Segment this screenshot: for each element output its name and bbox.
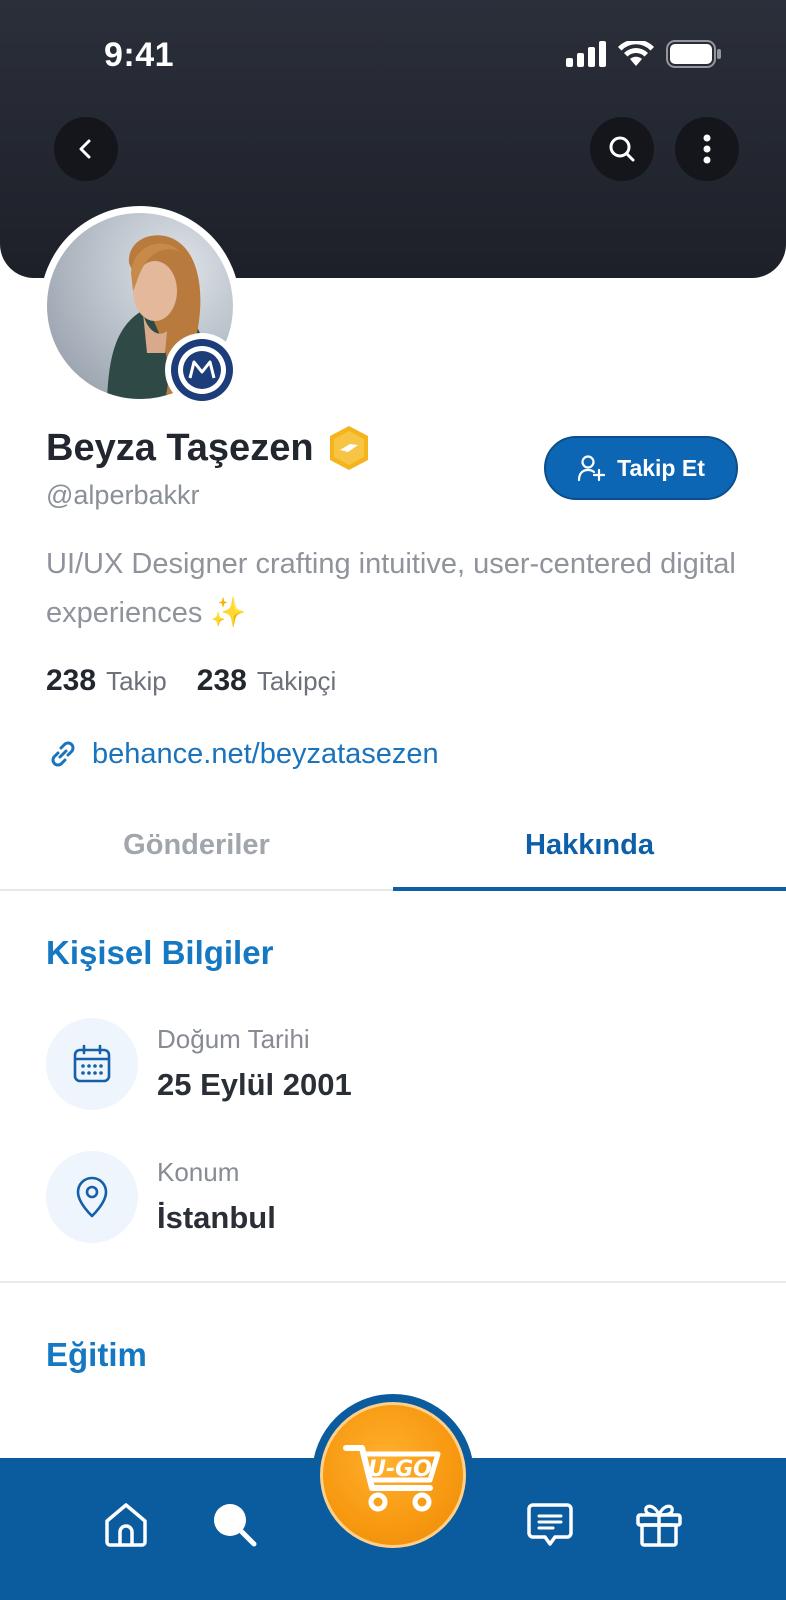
search-icon: [214, 1504, 257, 1547]
calendar-icon: [46, 1018, 138, 1110]
nav-gifts[interactable]: [629, 1494, 689, 1554]
wifi-icon: [618, 41, 654, 66]
cart-logo-button[interactable]: U-GO: [320, 1402, 466, 1548]
more-vertical-icon: [703, 134, 711, 164]
profile-handle: @alperbakkr: [46, 480, 200, 510]
profile-name: Beyza Taşezen: [46, 426, 314, 469]
followers-label[interactable]: Takipçi: [257, 666, 336, 697]
following-count[interactable]: 238: [46, 664, 96, 698]
personal-info-title: Kişisel Bilgiler: [46, 934, 274, 971]
follow-button-label: Takip Et: [617, 454, 705, 481]
education-title: Eğitim: [46, 1336, 147, 1373]
battery-icon: [666, 40, 721, 68]
link-icon: [51, 741, 75, 767]
profile-stats: 238 Takip 238 Takipçi: [46, 664, 366, 698]
search-icon: [609, 136, 635, 162]
profile-tabs: Gönderiler Hakkında: [0, 815, 786, 891]
messages-icon: [527, 1503, 573, 1546]
tab-posts[interactable]: Gönderiler: [0, 815, 393, 889]
status-bar: 9:41: [0, 0, 786, 110]
profile-link[interactable]: behance.net/beyzatasezen: [46, 737, 439, 771]
location-value: İstanbul: [157, 1200, 276, 1235]
cart-logo-text: U-GO: [368, 1457, 432, 1482]
chevron-left-icon: [79, 139, 91, 159]
more-options-button[interactable]: [675, 117, 739, 181]
cart-logo-icon: U-GO: [343, 1445, 441, 1512]
university-badge: [165, 333, 239, 407]
university-seal-icon: [171, 339, 233, 401]
following-label[interactable]: Takip: [106, 666, 167, 697]
signal-icon: [566, 41, 606, 67]
section-divider: [0, 1281, 786, 1283]
location-label: Konum: [157, 1157, 240, 1187]
search-button[interactable]: [590, 117, 654, 181]
back-button[interactable]: [54, 117, 118, 181]
tab-about[interactable]: Hakkında: [393, 815, 786, 891]
follow-button[interactable]: Takip Et: [544, 436, 738, 500]
nav-messages[interactable]: [520, 1494, 580, 1554]
profile-link-text[interactable]: behance.net/beyzatasezen: [92, 738, 439, 771]
home-icon: [105, 1503, 147, 1547]
status-time: 9:41: [104, 36, 175, 74]
followers-count[interactable]: 238: [197, 664, 247, 698]
verified-badge-icon: [329, 426, 368, 470]
status-icons: [566, 40, 722, 68]
nav-home[interactable]: [96, 1494, 156, 1554]
nav-search[interactable]: [204, 1494, 264, 1554]
birth-date-value: 25 Eylül 2001: [157, 1067, 352, 1102]
profile-bio: UI/UX Designer crafting intuitive, user-…: [46, 548, 736, 629]
birth-date-label: Doğum Tarihi: [157, 1024, 310, 1054]
location-pin-icon: [46, 1151, 138, 1243]
add-user-icon: [578, 455, 606, 482]
profile-name-row: Beyza Taşezen: [46, 424, 372, 472]
gift-icon: [636, 1504, 682, 1547]
